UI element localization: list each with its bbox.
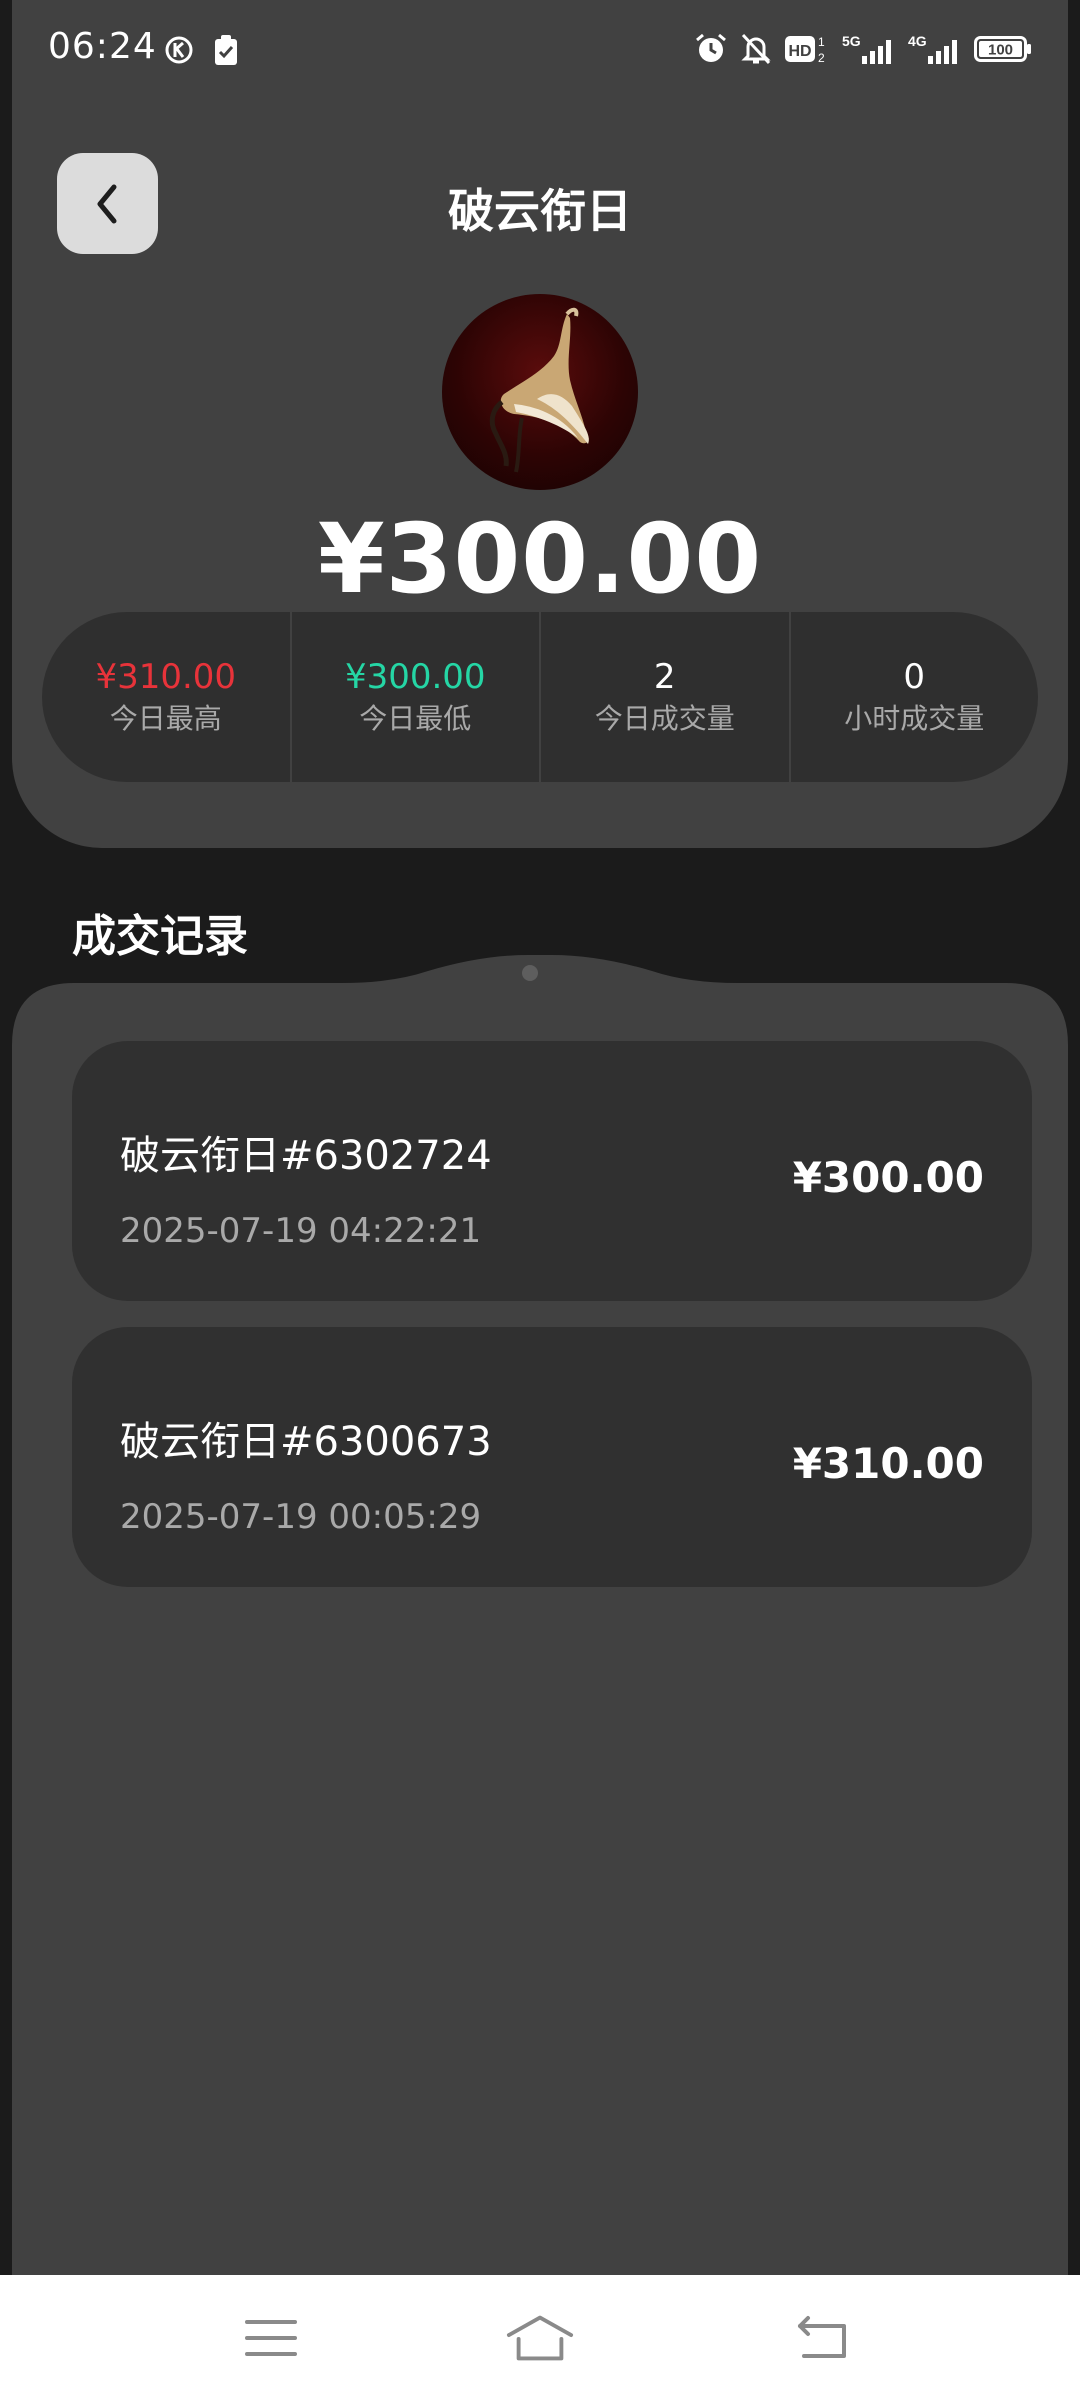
stat-value: 0 — [903, 657, 926, 697]
svg-text:100: 100 — [988, 42, 1013, 59]
drag-handle-dot — [522, 965, 538, 981]
signal-4g-icon: 4G — [908, 30, 962, 68]
stat-value: ¥310.00 — [95, 657, 237, 697]
stats-strip: ¥310.00 今日最高 ¥300.00 今日最低 2 今日成交量 0 小时成交… — [42, 612, 1038, 782]
signal-5g-icon: 5G — [842, 30, 896, 68]
svg-text:1: 1 — [818, 35, 825, 49]
record-price: ¥300.00 — [792, 1153, 984, 1202]
svg-text:2: 2 — [818, 51, 825, 65]
stat-label: 今日成交量 — [594, 702, 735, 735]
stat-today-high: ¥310.00 今日最高 — [42, 612, 292, 782]
hd-icon: HD 1 2 — [784, 30, 830, 68]
alarm-icon — [694, 30, 728, 68]
clipboard-check-icon — [212, 34, 242, 66]
record-time: 2025-07-19 04:22:21 — [120, 1211, 482, 1251]
mute-bell-icon — [740, 30, 772, 68]
k-circle-icon — [164, 34, 194, 66]
back-arrow-icon — [798, 2316, 846, 2358]
stat-label: 今日最低 — [359, 702, 472, 735]
home-button[interactable] — [505, 2305, 575, 2371]
stat-value: ¥300.00 — [344, 657, 486, 697]
item-avatar — [442, 294, 638, 490]
record-time: 2025-07-19 00:05:29 — [120, 1497, 482, 1537]
record-name: 破云衔日#6300673 — [120, 1419, 492, 1465]
battery-icon: 100 — [974, 30, 1032, 68]
record-name: 破云衔日#6302724 — [120, 1133, 492, 1179]
status-time: 06:24 — [48, 26, 157, 67]
stat-label: 今日最高 — [109, 702, 222, 735]
stat-today-low: ¥300.00 今日最低 — [292, 612, 541, 782]
records-panel[interactable]: 破云衔日#6302724 2025-07-19 04:22:21 ¥300.00… — [12, 955, 1068, 2275]
svg-text:HD: HD — [788, 43, 811, 60]
record-card[interactable]: 破云衔日#6300673 2025-07-19 00:05:29 ¥310.00 — [72, 1327, 1032, 1587]
menu-icon — [245, 2320, 297, 2356]
crane-artwork-image — [489, 307, 589, 473]
record-card[interactable]: 破云衔日#6302724 2025-07-19 04:22:21 ¥300.00 — [72, 1041, 1032, 1301]
svg-text:5G: 5G — [842, 33, 861, 49]
svg-text:4G: 4G — [908, 33, 927, 49]
page-title: 破云衔日 — [448, 184, 632, 238]
status-bar: 06:24 HD 1 2 5G 4G 100 — [0, 0, 1080, 100]
status-icons: HD 1 2 5G 4G 100 — [694, 30, 1032, 68]
home-icon — [506, 2315, 574, 2361]
record-price: ¥310.00 — [792, 1439, 984, 1488]
menu-button[interactable] — [236, 2305, 306, 2371]
current-price: ¥300.00 — [317, 503, 763, 615]
app-root: 06:24 HD 1 2 5G 4G 100 破云衔日 ¥300.00 ¥310… — [0, 0, 1080, 2400]
stat-value: 2 — [653, 657, 676, 697]
stat-today-volume: 2 今日成交量 — [541, 612, 791, 782]
stat-label: 小时成交量 — [844, 702, 985, 735]
system-navigation-bar — [0, 2275, 1080, 2400]
stat-hour-volume: 0 小时成交量 — [791, 612, 1039, 782]
return-button[interactable] — [788, 2305, 858, 2371]
